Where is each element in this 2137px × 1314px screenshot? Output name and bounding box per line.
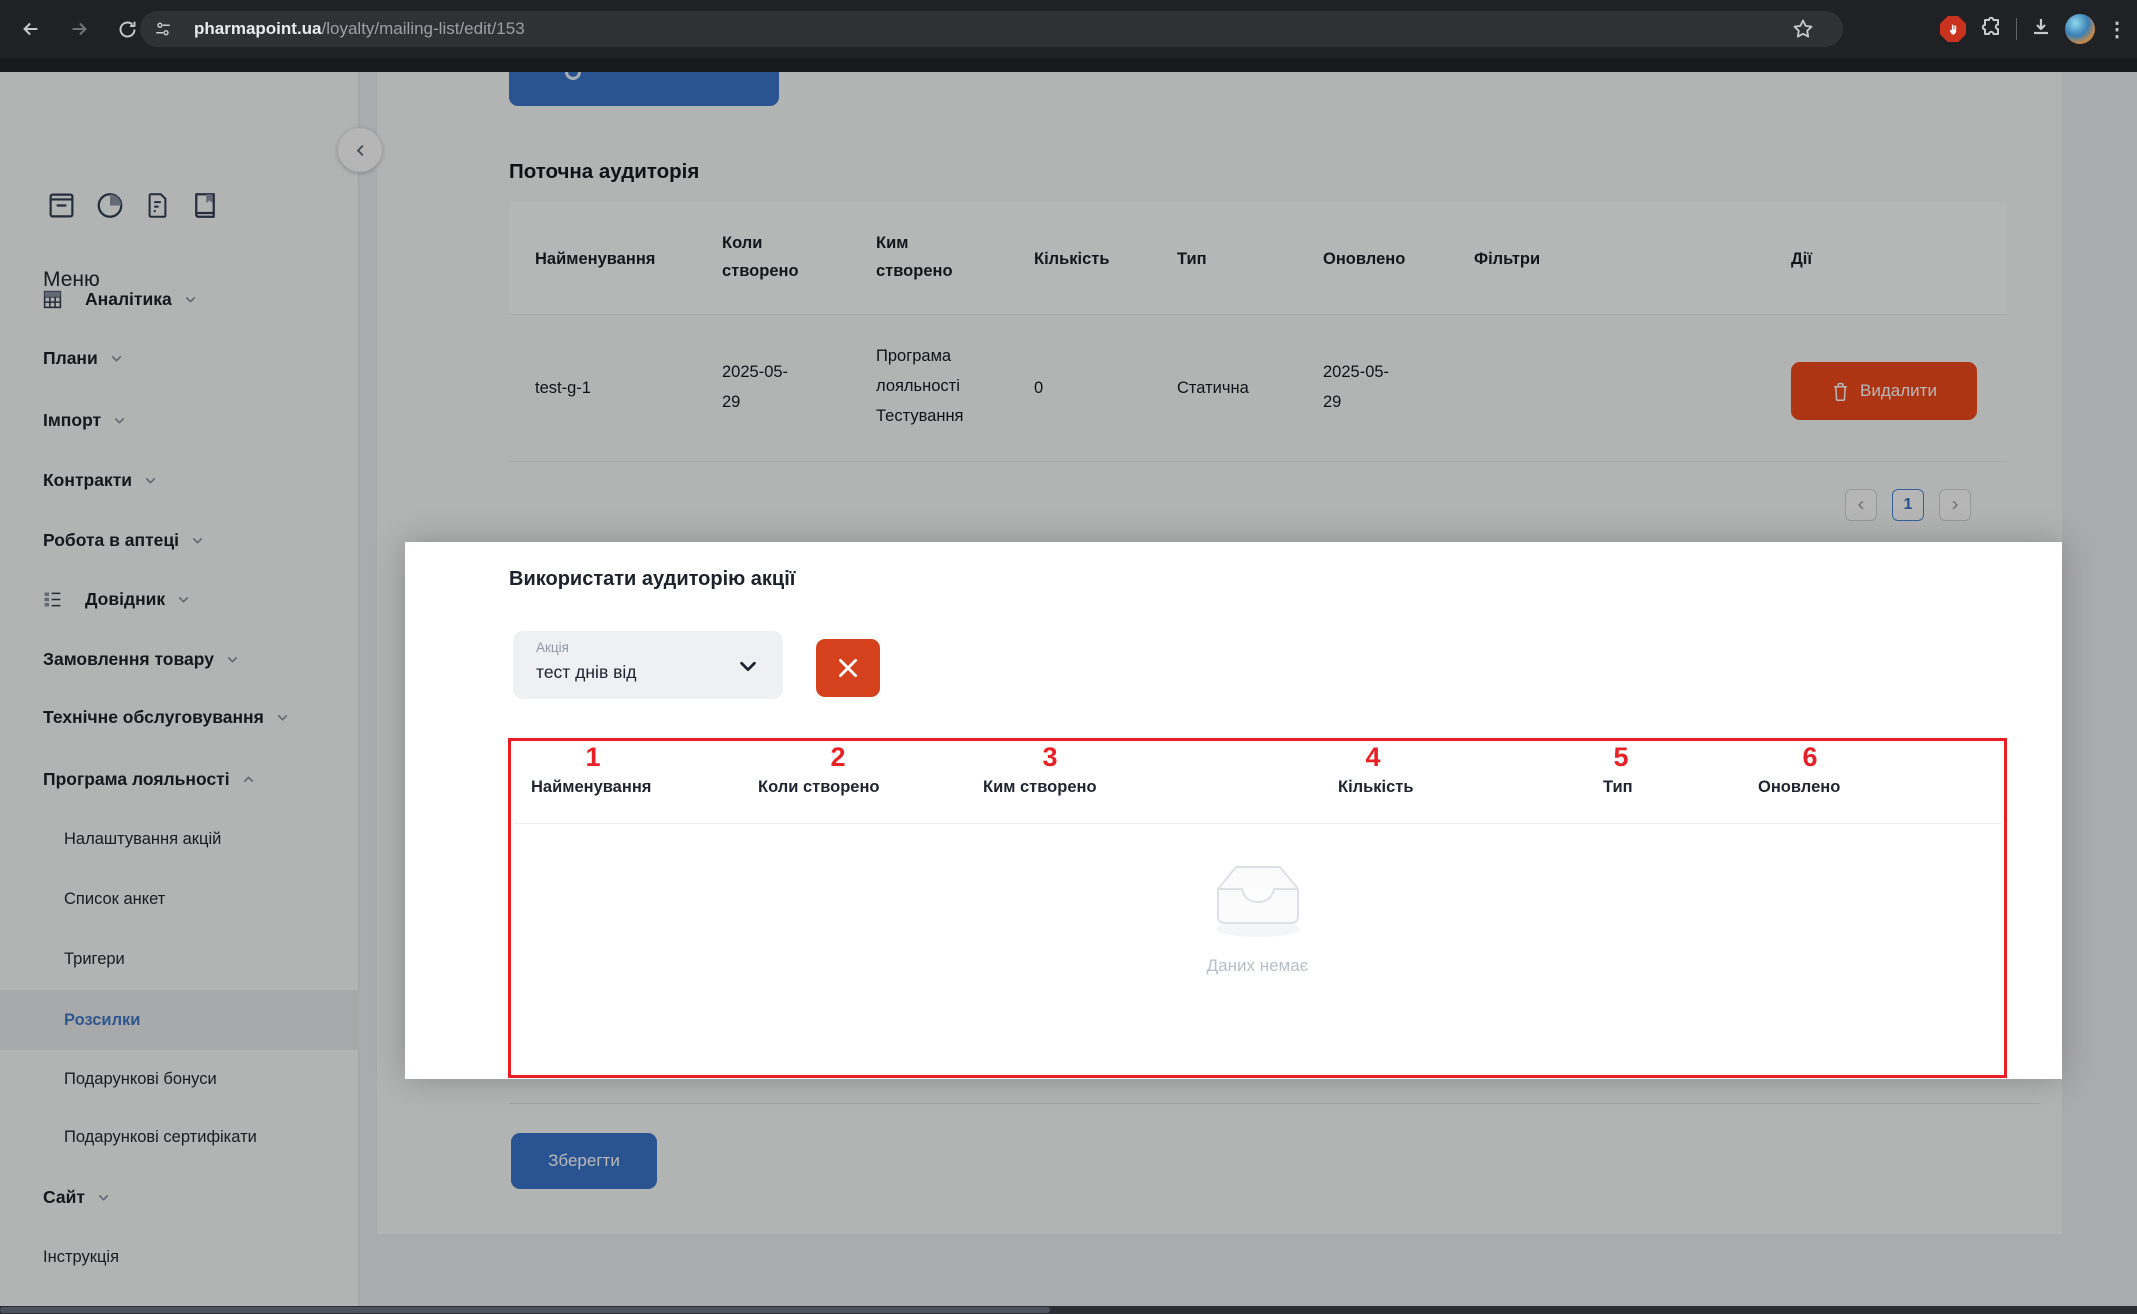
browser-menu-icon[interactable]: ⋮: [2107, 17, 2127, 42]
downloads-icon[interactable]: [2029, 15, 2053, 44]
panel-title: Використати аудиторію акції: [509, 568, 795, 591]
panel-column-header: Ким створено: [983, 778, 1097, 797]
horizontal-scrollbar[interactable]: [0, 1306, 2137, 1314]
panel-table-header-underline: [513, 823, 2002, 824]
annotated-table-highlight: 1 2 3 4 5 6 Найменування Коли створено Ким ство…: [508, 738, 2007, 1078]
reload-icon[interactable]: [110, 12, 144, 46]
promo-select[interactable]: Акція тест днів від: [513, 631, 783, 699]
panel-column-header: Найменування: [531, 778, 651, 797]
chrome-bottom-strip: [0, 58, 2137, 72]
clear-selection-button[interactable]: [816, 639, 880, 697]
scrollbar-thumb[interactable]: [0, 1307, 1050, 1313]
browser-toolbar: pharmapoint.ua/loyalty/mailing-list/edit…: [0, 0, 2137, 58]
annotation-number-1: 1: [563, 742, 623, 773]
promo-select-label: Акція: [536, 640, 569, 655]
annotation-number-4: 4: [1343, 742, 1403, 773]
panel-column-header: Оновлено: [1758, 778, 1840, 797]
annotation-number-3: 3: [1020, 742, 1080, 773]
bookmark-star-icon[interactable]: [1791, 17, 1815, 46]
adblock-icon[interactable]: [1940, 16, 1966, 42]
use-promo-audience-panel: Використати аудиторію акції Акція тест д…: [405, 542, 2062, 1079]
panel-column-header: Тип: [1603, 778, 1633, 797]
url-path: /loyalty/mailing-list/edit/153: [322, 19, 525, 38]
panel-column-header: Коли створено: [758, 778, 880, 797]
promo-select-value: тест днів від: [536, 662, 637, 683]
extensions-area: ⋮: [1940, 0, 2137, 58]
profile-avatar[interactable]: [2065, 14, 2095, 44]
annotation-number-5: 5: [1591, 742, 1651, 773]
extensions-puzzle-icon[interactable]: [1980, 15, 2004, 44]
empty-state: Даних немає: [511, 859, 2004, 976]
annotation-number-6: 6: [1780, 742, 1840, 773]
empty-inbox-icon: [1194, 859, 1322, 941]
chevron-down-icon: [737, 655, 759, 682]
panel-column-header: Кількість: [1338, 778, 1414, 797]
annotation-number-2: 2: [808, 742, 868, 773]
back-icon[interactable]: [14, 12, 48, 46]
url-domain: pharmapoint.ua: [194, 19, 322, 38]
url-text[interactable]: pharmapoint.ua/loyalty/mailing-list/edit…: [194, 19, 525, 39]
screen: pharmapoint.ua/loyalty/mailing-list/edit…: [0, 0, 2137, 1314]
address-bar[interactable]: pharmapoint.ua/loyalty/mailing-list/edit…: [140, 11, 1843, 47]
close-icon: [835, 655, 861, 681]
toolbar-separator: [2016, 18, 2017, 40]
forward-icon[interactable]: [62, 12, 96, 46]
empty-state-text: Даних немає: [511, 956, 2004, 976]
site-info-icon[interactable]: [146, 12, 180, 46]
